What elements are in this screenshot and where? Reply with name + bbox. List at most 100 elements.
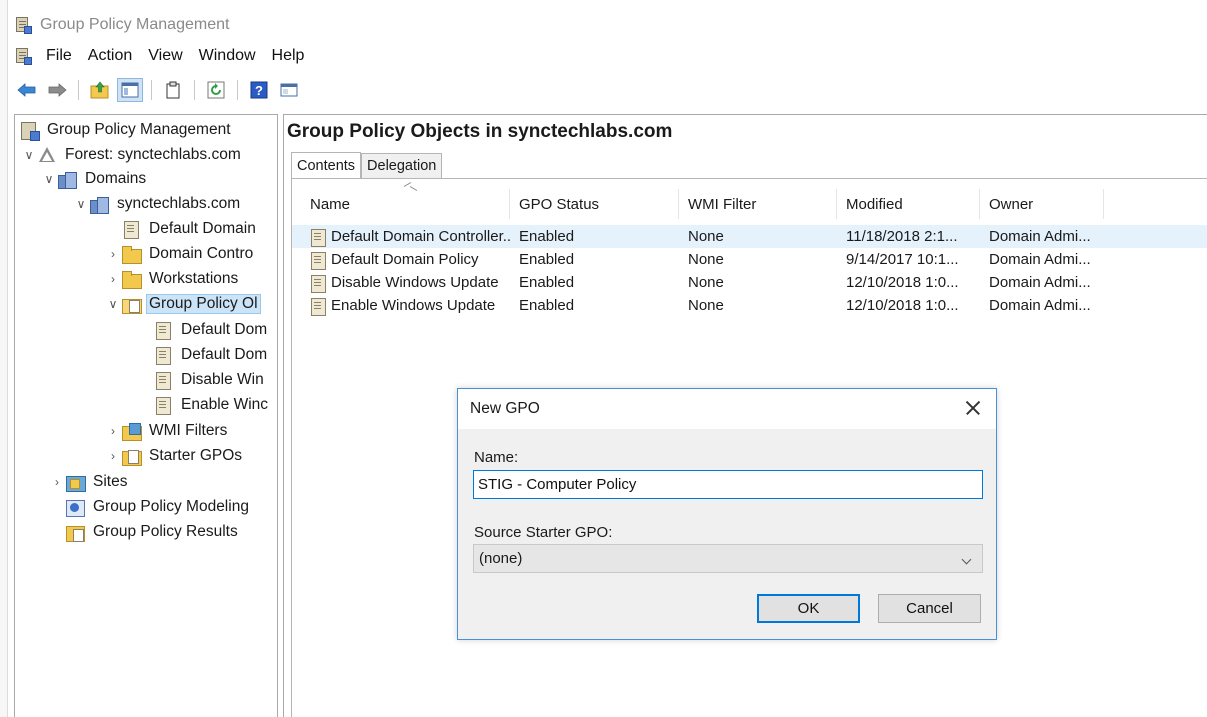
chevron-down-icon (963, 554, 972, 563)
gpo-icon (153, 321, 173, 340)
tree-item-gpo[interactable]: Default Dom (137, 343, 269, 367)
gpo-link-icon (121, 220, 141, 239)
title-bar: Group Policy Management (14, 10, 229, 40)
menu-window[interactable]: Window (191, 47, 264, 65)
ou-folder-icon (121, 245, 142, 264)
console-tree: Group Policy Management ∨ Forest: syncte… (14, 114, 278, 717)
up-folder-icon[interactable] (87, 78, 113, 102)
chevron-down-icon[interactable]: ∨ (73, 197, 89, 211)
source-starter-gpo-label: Source Starter GPO: (474, 524, 613, 541)
chevron-right-icon[interactable]: › (49, 475, 65, 489)
forward-arrow-icon[interactable] (44, 78, 70, 102)
gpo-icon (308, 274, 326, 293)
menu-view[interactable]: View (140, 47, 190, 65)
column-header-owner[interactable]: Owner (980, 189, 1104, 219)
tree-item-domains[interactable]: ∨ Domains (41, 167, 148, 191)
tree-item-wmi-filters[interactable]: › WMI Filters (105, 419, 229, 443)
column-header-name[interactable]: Name (292, 189, 510, 219)
ok-button[interactable]: OK (757, 594, 860, 623)
tree-item-gpo[interactable]: Enable Winc (137, 393, 270, 417)
tree-item-forest[interactable]: ∨ Forest: synctechlabs.com (21, 143, 243, 167)
system-menu-icon[interactable] (14, 47, 32, 65)
source-starter-gpo-select[interactable]: (none) (473, 544, 983, 573)
tree-item-gpo[interactable]: Default Dom (137, 318, 269, 342)
menu-help[interactable]: Help (264, 47, 313, 65)
table-row[interactable]: Disable Windows Update Enabled None 12/1… (292, 271, 1207, 294)
close-icon[interactable] (962, 397, 984, 419)
list-header: Name GPO Status WMI Filter Modified Owne… (292, 189, 1207, 219)
tab-contents[interactable]: Contents (291, 152, 362, 179)
show-hide-tree-icon[interactable] (117, 78, 143, 102)
window-title: Group Policy Management (40, 16, 230, 33)
gpmc-app-icon (14, 16, 32, 34)
results-icon (65, 523, 85, 542)
tree-item-results[interactable]: Group Policy Results (65, 520, 240, 544)
menu-action[interactable]: Action (80, 47, 140, 65)
column-header-modified[interactable]: Modified (837, 189, 980, 219)
column-header-gpo-status[interactable]: GPO Status (510, 189, 679, 219)
forest-icon (37, 146, 57, 164)
dialog-body: Name: Source Starter GPO: (none) OK Canc… (458, 429, 996, 639)
wmi-filter-icon (121, 422, 142, 441)
modeling-icon (65, 498, 85, 517)
tree-item-sites[interactable]: › Sites (49, 470, 129, 494)
table-row[interactable]: Default Domain Policy Enabled None 9/14/… (292, 248, 1207, 271)
sort-ascending-icon (404, 183, 416, 189)
gpo-name-input[interactable] (473, 470, 983, 499)
menu-bar: File Action View Window Help (14, 42, 312, 70)
toolbar-separator (78, 80, 79, 100)
clipboard-icon[interactable] (160, 78, 186, 102)
chevron-right-icon[interactable]: › (105, 424, 121, 438)
chevron-right-icon[interactable]: › (105, 272, 121, 286)
refresh-icon[interactable] (203, 78, 229, 102)
starter-gpo-icon (121, 447, 142, 466)
gpo-icon (308, 251, 326, 270)
name-label: Name: (474, 449, 519, 466)
table-row[interactable]: Enable Windows Update Enabled None 12/10… (292, 294, 1207, 317)
window-left-edge (0, 0, 8, 717)
new-gpo-dialog: New GPO Name: Source Starter GPO: (none)… (457, 388, 997, 640)
svg-text:?: ? (255, 83, 263, 98)
sites-icon (65, 473, 86, 492)
tree-item-gpm-root[interactable]: Group Policy Management (19, 118, 233, 142)
gpo-folder-icon (121, 295, 142, 314)
back-arrow-icon[interactable] (14, 78, 40, 102)
ou-folder-icon (121, 270, 142, 289)
tree-item-modeling[interactable]: Group Policy Modeling (65, 495, 251, 519)
pane-title: Group Policy Objects in synctechlabs.com (287, 121, 673, 142)
gpo-icon (308, 297, 326, 316)
toolbar-separator (151, 80, 152, 100)
tree-item-domain-controllers[interactable]: › Domain Contro (105, 242, 255, 266)
tree-item-domain[interactable]: ∨ synctechlabs.com (73, 192, 242, 216)
gpo-icon (153, 396, 173, 415)
toolbar: ? (14, 76, 302, 104)
column-header-wmi-filter[interactable]: WMI Filter (679, 189, 837, 219)
tab-strip: Contents Delegation (291, 152, 443, 179)
tree-item-workstations[interactable]: › Workstations (105, 267, 240, 291)
menu-file[interactable]: File (38, 47, 80, 65)
toolbar-separator (194, 80, 195, 100)
dialog-title: New GPO (470, 400, 540, 417)
tab-delegation[interactable]: Delegation (361, 153, 443, 178)
tree-item-gpo[interactable]: Disable Win (137, 368, 266, 392)
domains-icon (57, 170, 77, 189)
console-icon[interactable] (276, 78, 302, 102)
toolbar-separator (237, 80, 238, 100)
gpmc-icon (19, 121, 40, 141)
gpo-icon (308, 228, 326, 247)
domain-icon (89, 195, 109, 214)
tree-item-starter-gpos[interactable]: › Starter GPOs (105, 444, 244, 468)
tree-item-group-policy-objects[interactable]: ∨ Group Policy Ol (105, 292, 261, 316)
cancel-button[interactable]: Cancel (878, 594, 981, 623)
table-row[interactable]: Default Domain Controller... Enabled Non… (292, 225, 1207, 248)
gpo-icon (153, 346, 173, 365)
gpo-icon (153, 371, 173, 390)
chevron-down-icon[interactable]: ∨ (41, 172, 57, 186)
selected-value: (none) (479, 550, 523, 567)
tree-item-default-domain[interactable]: Default Domain (105, 217, 258, 241)
chevron-right-icon[interactable]: › (105, 449, 121, 463)
chevron-right-icon[interactable]: › (105, 247, 121, 261)
help-icon[interactable]: ? (246, 78, 272, 102)
chevron-down-icon[interactable]: ∨ (21, 148, 37, 162)
chevron-down-icon[interactable]: ∨ (105, 297, 121, 311)
